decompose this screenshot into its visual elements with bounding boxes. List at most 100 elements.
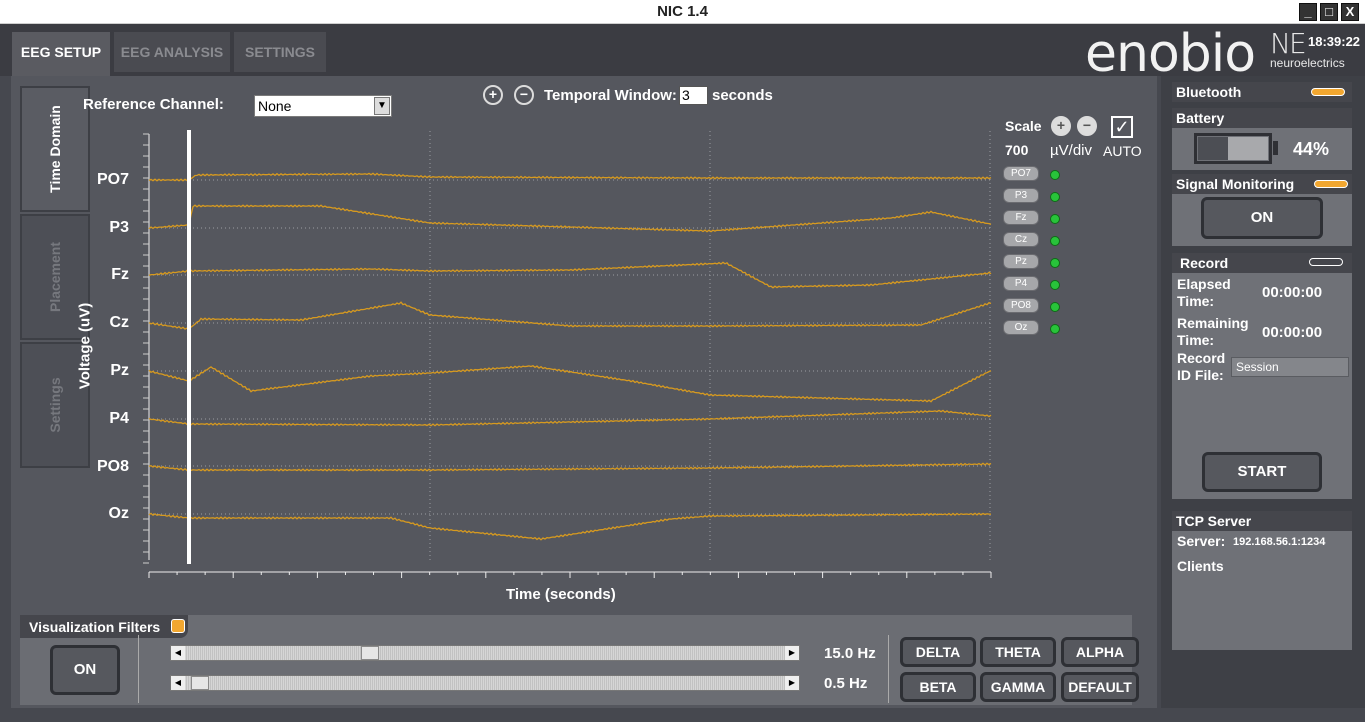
gamma-button[interactable]: GAMMA <box>980 672 1056 702</box>
channel-status-led <box>1050 324 1060 334</box>
beta-button[interactable]: BETA <box>900 672 976 702</box>
clients-label: Clients <box>1177 558 1224 574</box>
battery-percent: 44% <box>1293 139 1330 159</box>
filters-header: Visualization Filters <box>20 615 188 638</box>
signal-indicator <box>1314 180 1348 188</box>
trace-cz <box>148 301 992 331</box>
channel-status-led <box>1050 258 1060 268</box>
record-id-label: Record ID File: <box>1177 350 1226 383</box>
filters-on-button[interactable]: ON <box>50 645 120 695</box>
ne-logo-text: neuroelectrics <box>1270 56 1345 70</box>
eeg-plot <box>143 130 992 578</box>
signal-monitoring-section: Signal Monitoring ON <box>1172 174 1352 246</box>
title-bar: NIC 1.4 _ □ X <box>0 0 1365 24</box>
scale-label: Scale <box>1005 118 1042 134</box>
battery-label: Battery <box>1176 110 1225 126</box>
temporal-window-input[interactable]: 3 <box>679 86 708 105</box>
sidetab-label: Settings <box>47 377 63 433</box>
auto-scale-checkbox[interactable]: ✓ <box>1111 116 1133 138</box>
tcp-header: TCP Server <box>1172 511 1352 531</box>
server-address: 192.168.56.1:1234 <box>1233 536 1326 548</box>
high-cutoff-slider[interactable]: ◀ ▶ <box>170 645 800 661</box>
low-cutoff-value: 0.5 Hz <box>824 675 868 692</box>
channel-chip-p3[interactable]: P3 <box>1003 188 1039 203</box>
visualization-filters-panel: Visualization Filters ON ◀ ▶ ◀ ▶ 15.0 Hz… <box>20 615 1139 705</box>
default-button[interactable]: DEFAULT <box>1061 672 1139 702</box>
bluetooth-label: Bluetooth <box>1176 84 1242 100</box>
channel-status-led <box>1050 280 1060 290</box>
channel-chip-cz[interactable]: Cz <box>1003 232 1039 247</box>
channel-chip-pz[interactable]: Pz <box>1003 254 1039 269</box>
filters-indicator[interactable] <box>171 619 185 633</box>
bluetooth-indicator <box>1311 88 1345 96</box>
x-axis-label: Time (seconds) <box>506 586 616 603</box>
reference-channel-select[interactable]: None ▼ <box>254 95 392 117</box>
battery-section: Battery 44% <box>1172 108 1352 170</box>
theta-button[interactable]: THETA <box>980 637 1056 667</box>
filters-title: Visualization Filters <box>29 619 161 635</box>
bands-divider <box>888 635 889 703</box>
channel-chip-po8[interactable]: PO8 <box>1003 298 1039 313</box>
elapsed-time-label: Elapsed Time: <box>1177 276 1231 309</box>
record-label: Record <box>1180 255 1229 271</box>
main-panel: Time Domain Placement Settings Reference… <box>11 76 1157 708</box>
reference-channel-label: Reference Channel: <box>83 96 224 113</box>
slider-right-arrow-icon[interactable]: ▶ <box>785 676 799 690</box>
record-id-input[interactable]: Session <box>1231 357 1349 377</box>
start-button[interactable]: START <box>1202 452 1322 492</box>
eeg-plot-frame <box>143 131 992 578</box>
scale-value: 700 <box>1005 142 1029 158</box>
bluetooth-header: Bluetooth <box>1172 82 1352 102</box>
delta-button[interactable]: DELTA <box>900 637 976 667</box>
slider-right-arrow-icon[interactable]: ▶ <box>785 646 799 660</box>
temporal-window-unit: seconds <box>712 87 773 104</box>
enobio-logo: enobio <box>1085 24 1256 84</box>
server-label: Server: <box>1177 533 1226 549</box>
battery-level-fill <box>1198 137 1228 160</box>
zoom-in-time-icon[interactable]: + <box>483 85 503 105</box>
alpha-button[interactable]: ALPHA <box>1061 637 1139 667</box>
tab-eeg-setup[interactable]: EEG SETUP <box>12 32 110 76</box>
slider-thumb[interactable] <box>361 646 379 660</box>
remaining-time-label: Remaining Time: <box>1177 315 1249 348</box>
record-header: Record <box>1172 253 1352 273</box>
filters-divider <box>138 635 139 703</box>
channel-chip-p4[interactable]: P4 <box>1003 276 1039 291</box>
auto-scale-label: AUTO <box>1103 143 1142 159</box>
scale-zoom-out-icon[interactable]: − <box>1077 116 1097 136</box>
channel-status-led <box>1050 170 1060 180</box>
tab-settings[interactable]: SETTINGS <box>234 32 326 72</box>
maximize-button[interactable]: □ <box>1320 3 1338 21</box>
slider-left-arrow-icon[interactable]: ◀ <box>171 676 185 690</box>
low-cutoff-slider[interactable]: ◀ ▶ <box>170 675 800 691</box>
channel-status-led <box>1050 236 1060 246</box>
chevron-down-icon[interactable]: ▼ <box>374 97 390 115</box>
app-header: EEG SETUP EEG ANALYSIS SETTINGS enobio N… <box>0 24 1365 84</box>
bluetooth-section: Bluetooth <box>1172 82 1352 102</box>
signal-monitoring-on-button[interactable]: ON <box>1201 197 1323 239</box>
close-button[interactable]: X <box>1341 3 1359 21</box>
reference-channel-value: None <box>258 98 292 114</box>
channel-chip-oz[interactable]: Oz <box>1003 320 1039 335</box>
channel-chip-po7[interactable]: PO7 <box>1003 166 1039 181</box>
zoom-out-time-icon[interactable]: − <box>514 85 534 105</box>
record-indicator[interactable] <box>1309 258 1343 266</box>
scale-zoom-in-icon[interactable]: + <box>1051 116 1071 136</box>
trace-po8 <box>148 462 992 472</box>
battery-empty <box>1228 137 1268 160</box>
channel-status-led <box>1050 192 1060 202</box>
high-cutoff-value: 15.0 Hz <box>824 645 876 662</box>
sidetab-label: Time Domain <box>47 105 63 193</box>
app-window: NIC 1.4 _ □ X EEG SETUP EEG ANALYSIS SET… <box>0 0 1365 722</box>
minimize-button[interactable]: _ <box>1299 3 1317 21</box>
channel-chip-fz[interactable]: Fz <box>1003 210 1039 225</box>
battery-icon <box>1194 133 1272 164</box>
clock: 18:39:22 <box>1308 34 1361 49</box>
slider-thumb[interactable] <box>191 676 209 690</box>
slider-left-arrow-icon[interactable]: ◀ <box>171 646 185 660</box>
channel-status-led <box>1050 214 1060 224</box>
elapsed-time-value: 00:00:00 <box>1262 284 1323 301</box>
window-title: NIC 1.4 <box>657 3 708 20</box>
remaining-time-value: 00:00:00 <box>1262 324 1323 341</box>
tab-eeg-analysis[interactable]: EEG ANALYSIS <box>114 32 230 72</box>
